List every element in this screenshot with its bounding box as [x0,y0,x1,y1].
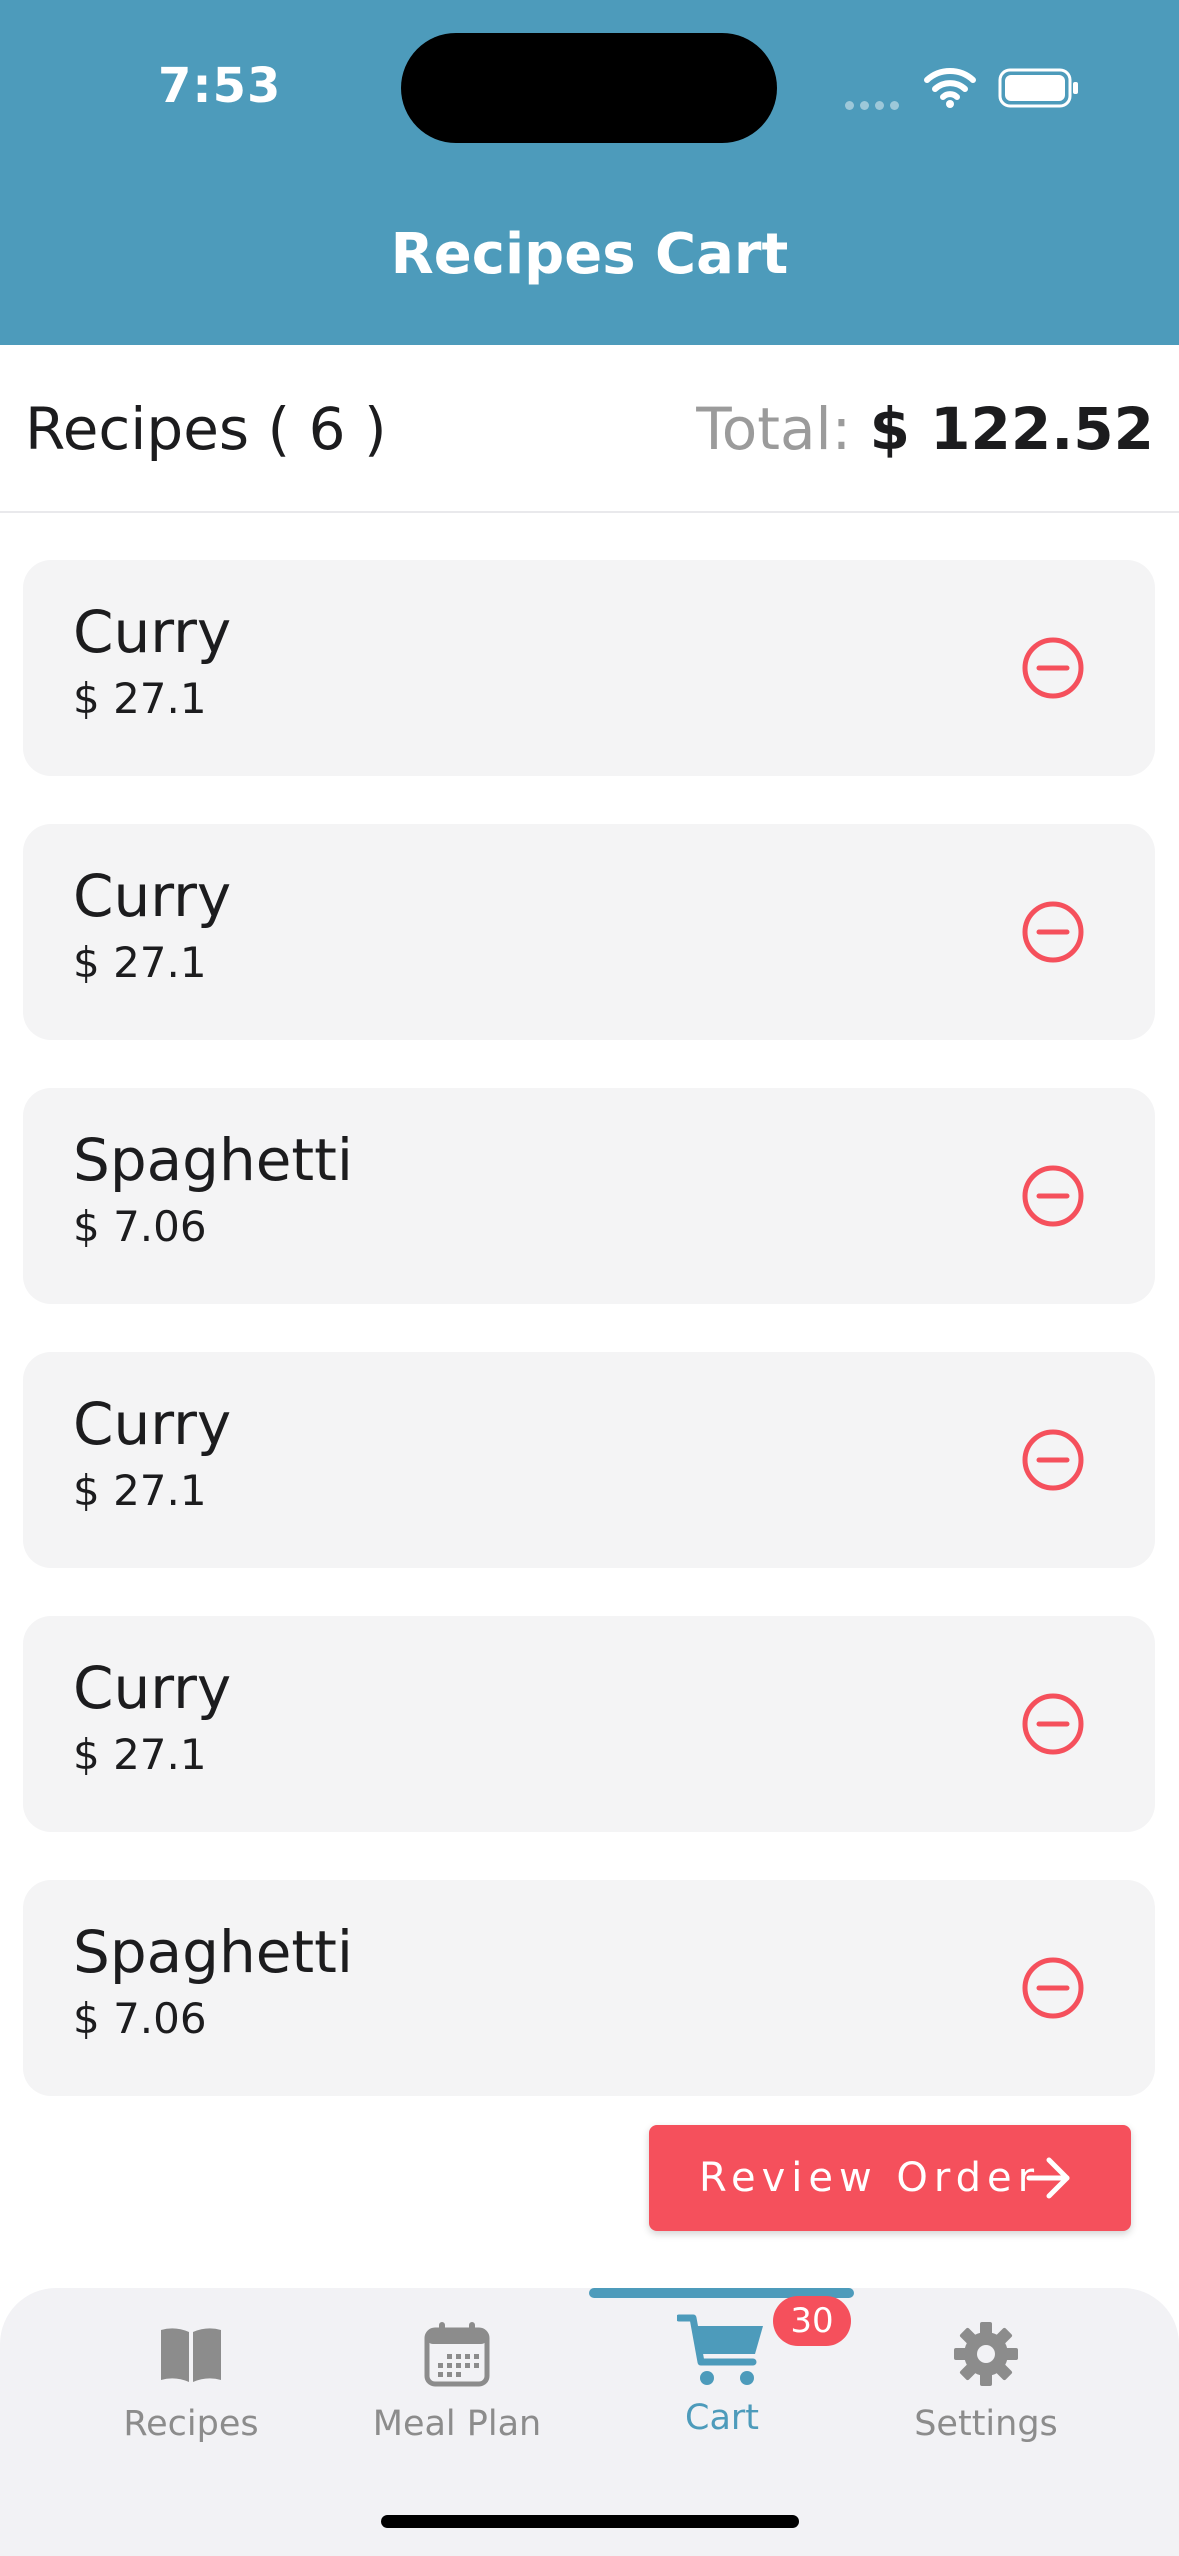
recipe-price: $ 27.1 [73,674,207,723]
cart-count-badge: 30 [773,2296,851,2346]
remove-item-button[interactable] [1021,1692,1085,1756]
remove-item-button[interactable] [1021,1956,1085,2020]
total-value: $ 122.52 [869,395,1154,463]
review-order-label: Review Order [699,2155,1041,2201]
remove-item-button[interactable] [1021,900,1085,964]
tab-recipes[interactable]: Recipes [71,2318,311,2468]
cart-icon [677,2314,763,2385]
arrow-right-icon [1026,2157,1070,2199]
remove-item-button[interactable] [1021,1428,1085,1492]
remove-item-button[interactable] [1021,636,1085,700]
recipe-name: Curry [73,862,232,930]
recipe-price: $ 27.1 [73,938,207,987]
calendar-icon [424,2322,490,2387]
cart-item: Curry $ 27.1 [23,1616,1155,1832]
tab-label: Settings [914,2404,1058,2444]
recipe-price: $ 27.1 [73,1466,207,1515]
total-label: Total: [696,395,870,463]
gear-icon [954,2322,1018,2386]
wifi-icon [924,68,976,108]
tab-meal-plan[interactable]: Meal Plan [337,2318,577,2468]
cart-item: Curry $ 27.1 [23,1352,1155,1568]
tab-settings[interactable]: Settings [866,2318,1106,2468]
tab-label: Recipes [123,2404,259,2444]
recipe-name: Curry [73,1654,232,1722]
recipe-name: Curry [73,598,232,666]
cart-total: Total: $ 122.52 [696,395,1154,463]
cellular-signal-icon [845,95,905,114]
cart-summary: Recipes ( 6 ) Total: $ 122.52 [0,345,1179,513]
cart-item: Spaghetti $ 7.06 [23,1880,1155,2096]
cart-item: Curry $ 27.1 [23,824,1155,1040]
recipe-price: $ 7.06 [73,1994,207,2043]
cart-list: Curry $ 27.1 Curry $ 27.1 Spaghetti $ 7.… [23,560,1155,2144]
recipe-name: Spaghetti [73,1126,354,1194]
dynamic-island [401,33,777,143]
tab-label: Cart [685,2398,759,2438]
recipe-name: Curry [73,1390,232,1458]
book-icon [161,2328,221,2382]
status-time: 7:53 [158,58,282,114]
tab-label: Meal Plan [372,2404,542,2444]
home-indicator[interactable] [381,2515,799,2528]
review-order-button[interactable]: Review Order [649,2125,1131,2231]
battery-icon [998,68,1078,108]
page-title: Recipes Cart [390,222,789,287]
app-header: 7:53 Recipes Cart [0,0,1179,345]
recipe-price: $ 7.06 [73,1202,207,1251]
recipe-price: $ 27.1 [73,1730,207,1779]
recipe-name: Spaghetti [73,1918,354,1986]
remove-item-button[interactable] [1021,1164,1085,1228]
cart-item: Spaghetti $ 7.06 [23,1088,1155,1304]
cart-item: Curry $ 27.1 [23,560,1155,776]
recipes-count: Recipes ( 6 ) [25,395,387,463]
